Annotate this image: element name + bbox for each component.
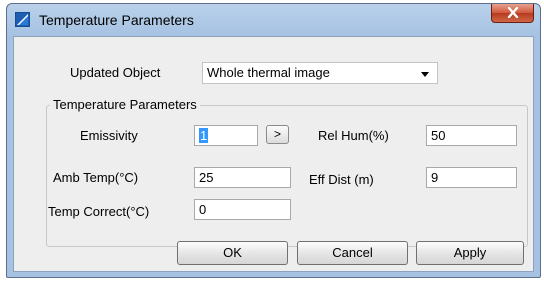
emissivity-value: 1 (199, 128, 209, 143)
temperature-parameters-dialog: Temperature Parameters Updated Object Wh… (6, 3, 541, 278)
rel-hum-input[interactable]: 50 (426, 125, 517, 146)
dialog-client-area: Updated Object Whole thermal image Tempe… (13, 36, 534, 272)
apply-button[interactable]: Apply (416, 241, 524, 265)
updated-object-value: Whole thermal image (207, 65, 330, 80)
updated-object-label: Updated Object (70, 65, 161, 80)
amb-temp-input[interactable]: 25 (194, 167, 291, 188)
thermal-app-icon (14, 11, 31, 28)
amb-temp-value: 25 (199, 170, 214, 185)
updated-object-select[interactable]: Whole thermal image (202, 62, 438, 84)
rel-hum-value: 50 (431, 128, 446, 143)
eff-dist-input[interactable]: 9 (426, 167, 517, 188)
emissivity-more-button[interactable]: > (266, 125, 289, 144)
amb-temp-label: Amb Temp(°C) (53, 170, 139, 185)
eff-dist-value: 9 (431, 170, 439, 185)
emissivity-label: Emissivity (80, 128, 138, 143)
eff-dist-label: Eff Dist (m) (309, 172, 374, 187)
emissivity-input[interactable]: 1 (194, 125, 258, 146)
window-title: Temperature Parameters (39, 12, 194, 28)
cancel-button[interactable]: Cancel (297, 241, 408, 265)
chevron-down-icon[interactable] (421, 72, 429, 77)
temp-correct-value: 0 (199, 202, 207, 217)
temp-correct-label: Temp Correct(°C) (48, 204, 150, 219)
title-bar[interactable]: Temperature Parameters (7, 4, 540, 36)
temp-correct-input[interactable]: 0 (194, 199, 291, 220)
group-title: Temperature Parameters (50, 97, 200, 112)
close-button[interactable] (491, 4, 534, 23)
ok-button[interactable]: OK (177, 241, 288, 265)
rel-hum-label: Rel Hum(%) (318, 128, 389, 143)
